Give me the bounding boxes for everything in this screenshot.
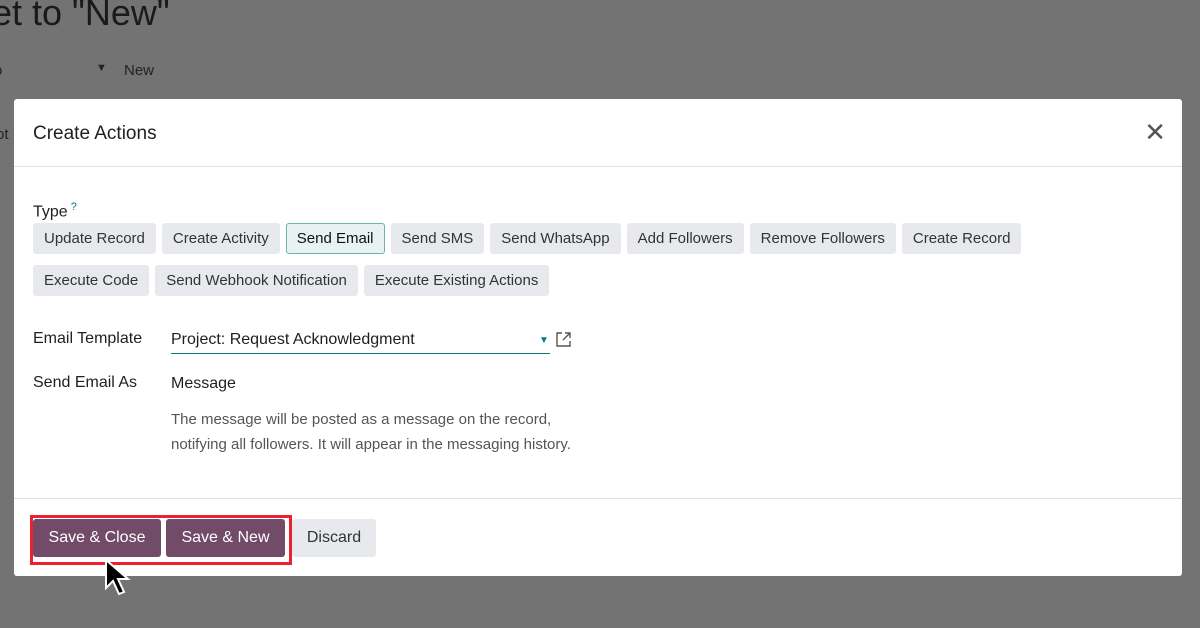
type-add-followers[interactable]: Add Followers (626, 223, 744, 254)
type-update-record[interactable]: Update Record (33, 223, 156, 254)
stage-new: New (124, 62, 155, 79)
type-create-record[interactable]: Create Record (901, 223, 1022, 254)
type-label: Type? (33, 201, 77, 221)
type-send-webhook[interactable]: Send Webhook Notification (155, 265, 358, 296)
type-send-sms[interactable]: Send SMS (390, 223, 485, 254)
type-execute-code[interactable]: Execute Code (33, 265, 150, 296)
external-link-icon[interactable] (555, 331, 572, 348)
help-icon[interactable]: ? (71, 201, 77, 213)
type-options-row-1: Update Record Create Activity Send Email… (33, 223, 1022, 254)
send-as-help: The message will be posted as a message … (171, 411, 571, 453)
dialog-header: Create Actions ✕ (14, 99, 1182, 167)
type-options-row-2: Execute Code Send Webhook Notification E… (33, 265, 550, 296)
type-label-text: Type (33, 203, 68, 221)
side-fragment: ot (0, 126, 9, 143)
close-icon[interactable]: ✕ (1144, 119, 1166, 145)
discard-button[interactable]: Discard (292, 519, 376, 557)
type-send-email[interactable]: Send Email (285, 223, 385, 254)
type-create-activity[interactable]: Create Activity (161, 223, 280, 254)
send-as-label: Send Email As (33, 374, 138, 391)
highlight-box (30, 515, 292, 565)
email-template-label: Email Template (33, 330, 143, 347)
type-execute-existing[interactable]: Execute Existing Actions (363, 265, 550, 296)
email-template-field[interactable]: Project: Request Acknowledgment (171, 327, 550, 354)
footer-divider (14, 498, 1182, 499)
field-fragment: o (0, 62, 2, 79)
caret-down-icon: ▼ (96, 62, 107, 74)
send-as-value[interactable]: Message (171, 375, 236, 393)
dropdown-caret-icon[interactable]: ▼ (539, 335, 549, 346)
type-remove-followers[interactable]: Remove Followers (749, 223, 896, 254)
type-send-whatsapp[interactable]: Send WhatsApp (490, 223, 621, 254)
dialog-title: Create Actions (33, 123, 157, 144)
record-title: et to "New" (0, 0, 170, 33)
create-actions-dialog: Create Actions ✕ Type? Update Record Cre… (14, 99, 1182, 576)
mouse-pointer-icon (105, 558, 131, 596)
